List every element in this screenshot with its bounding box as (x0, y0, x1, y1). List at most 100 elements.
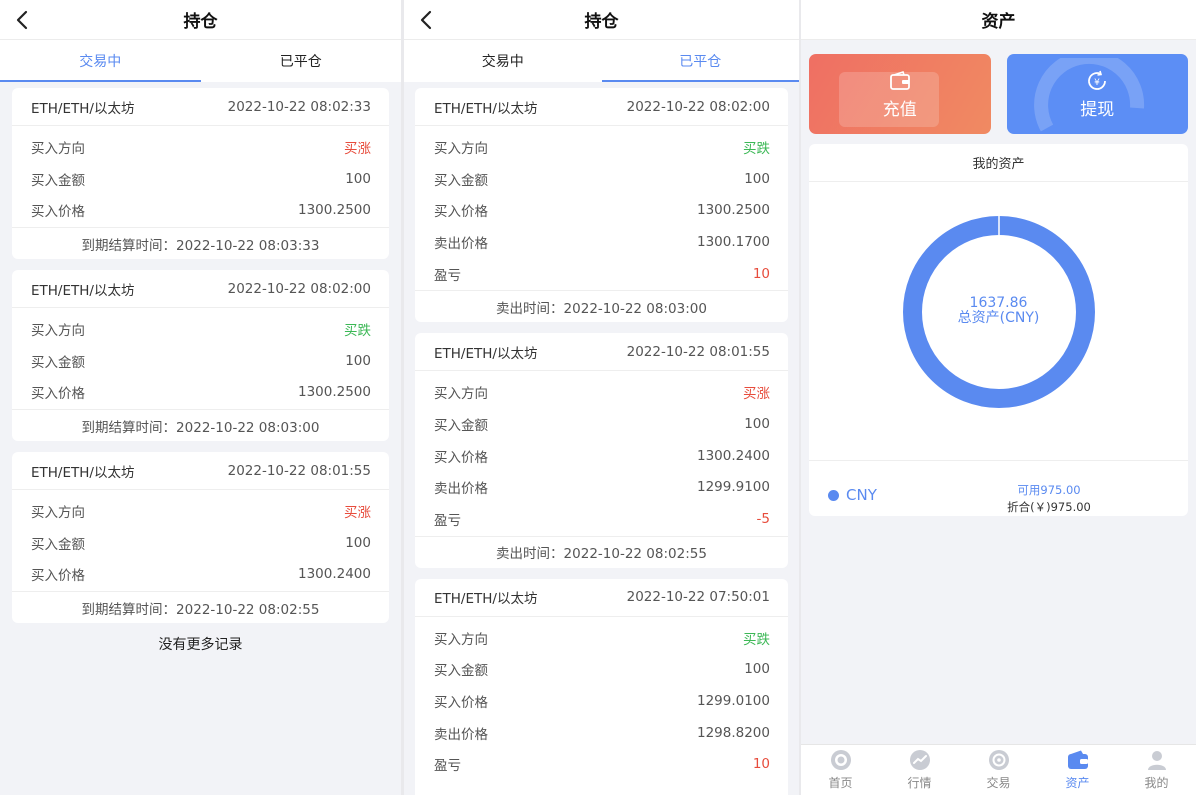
closed-position-card[interactable]: ETH/ETH/以太坊 2022-10-22 08:02:00 买入方向 买跌 买… (415, 88, 788, 323)
row-buy-price: 买入价格 1300.2400 (415, 440, 788, 472)
position-card[interactable]: ETH/ETH/以太坊 2022-10-22 08:02:00 买入方向 买跌 买… (12, 270, 389, 442)
row-value: 买跌 (743, 631, 770, 648)
row-label: 买入金额 (434, 663, 488, 680)
row-value: 1300.1700 (696, 233, 770, 250)
closed-position-card[interactable]: ETH/ETH/以太坊 2022-10-22 07:50:01 买入方向 买跌 买… (415, 578, 788, 795)
row-label: 买入价格 (31, 204, 85, 221)
user-icon (1147, 751, 1166, 770)
sell-time: 卖出时间：2022-10-22 08:02:55 (415, 535, 788, 568)
row-label: 盈亏 (434, 513, 461, 530)
row-label: 买入金额 (31, 354, 85, 371)
tab-trade[interactable]: 交易 (959, 745, 1038, 795)
row-value: 100 (744, 415, 770, 432)
row-amount: 买入金额 100 (12, 163, 389, 195)
position-card[interactable]: ETH/ETH/以太坊 2022-10-22 08:02:33 买入方向 买涨 买… (12, 88, 389, 260)
tab-home[interactable]: 首页 (801, 745, 880, 795)
row-sell-price: 卖出价格 1300.1700 (415, 226, 788, 258)
tab-mine[interactable]: 我的 (1117, 745, 1196, 795)
row-value: 买涨 (743, 386, 770, 403)
tab-trading[interactable]: 交易中 (404, 40, 602, 82)
tab-label: 行情 (907, 776, 932, 790)
row-amount: 买入金额 100 (12, 527, 389, 559)
wallet-icon (1067, 750, 1088, 769)
closed-position-card[interactable]: ETH/ETH/以太坊 2022-10-22 08:01:55 买入方向 买涨 买… (415, 333, 788, 568)
row-label: 盈亏 (434, 267, 461, 284)
order-time: 2022-10-22 07:50:01 (626, 589, 770, 606)
row-buy-price: 买入价格 1299.0100 (415, 685, 788, 717)
row-direction: 买入方向 买涨 (12, 131, 389, 163)
order-time: 2022-10-22 08:01:55 (227, 462, 371, 479)
row-value: 100 (345, 352, 371, 369)
assets-title: 我的资产 (809, 144, 1188, 182)
row-sell-price: 卖出价格 1299.9100 (415, 472, 788, 504)
back-icon[interactable] (12, 10, 32, 30)
withdraw-button[interactable]: ¥ 提现 (1006, 54, 1188, 134)
row-value: 10 (752, 265, 770, 282)
positions-screen-open: 持仓 交易中 已平仓 ETH/ETH/以太坊 2022-10-22 08:02:… (0, 0, 401, 795)
row-label: 买入方向 (31, 322, 85, 339)
tab-trading[interactable]: 交易中 (0, 40, 201, 82)
available-balance: 可用975.00 (1017, 483, 1081, 497)
order-time: 2022-10-22 08:02:00 (626, 98, 770, 115)
tab-label: 我的 (1144, 776, 1169, 790)
row-label: 买入方向 (31, 140, 85, 157)
position-card[interactable]: ETH/ETH/以太坊 2022-10-22 08:01:55 买入方向 买涨 买… (12, 452, 389, 624)
row-value: 买涨 (344, 504, 371, 521)
card-header: ETH/ETH/以太坊 2022-10-22 08:01:55 (415, 333, 788, 372)
card-header: ETH/ETH/以太坊 2022-10-22 08:02:00 (415, 88, 788, 126)
row-amount: 买入金额 100 (415, 654, 788, 686)
row-label: 买入方向 (31, 504, 85, 521)
trading-pair: ETH/ETH/以太坊 (31, 464, 135, 481)
row-value: 1299.0100 (696, 693, 770, 710)
row-amount: 买入金额 100 (415, 408, 788, 440)
legend-dot (828, 489, 839, 501)
row-value: 1300.2400 (696, 447, 770, 464)
row-profit: 盈亏 -5 (415, 503, 788, 535)
tab-closed[interactable]: 已平仓 (601, 40, 800, 82)
closed-position-list: ETH/ETH/以太坊 2022-10-22 08:02:00 买入方向 买跌 买… (404, 82, 799, 795)
row-label: 买入价格 (434, 449, 488, 466)
row-label: 盈亏 (434, 758, 461, 775)
row-label: 买入价格 (31, 568, 85, 585)
no-more-records: 没有更多记录 (158, 637, 243, 654)
bottom-tab-bar: 首页 行情 交易 资产 我的 (801, 744, 1196, 795)
row-value: 10 (752, 756, 770, 773)
position-list: ETH/ETH/以太坊 2022-10-22 08:02:33 买入方向 买涨 买… (0, 82, 401, 654)
row-price: 买入价格 1300.2500 (12, 194, 389, 226)
tab-assets[interactable]: 资产 (1038, 745, 1117, 795)
recharge-button[interactable]: 充值 (809, 54, 991, 134)
row-buy-price: 买入价格 1300.2500 (415, 194, 788, 226)
row-sell-price: 卖出价格 1298.8200 (415, 717, 788, 749)
row-value: 100 (744, 170, 770, 187)
refresh-deco-icon (1033, 58, 1144, 132)
tab-label: 交易 (986, 776, 1011, 790)
row-label: 卖出价格 (434, 235, 488, 252)
tab-market[interactable]: 行情 (880, 745, 959, 795)
back-icon[interactable] (416, 10, 436, 30)
tab-closed[interactable]: 已平仓 (201, 40, 402, 82)
row-direction: 买入方向 买跌 (415, 622, 788, 654)
trading-pair: ETH/ETH/以太坊 (434, 591, 538, 608)
market-icon (909, 750, 930, 770)
row-value: 1300.2400 (297, 566, 371, 583)
row-label: 买入价格 (434, 204, 488, 221)
row-value: 1299.9100 (696, 479, 770, 496)
trade-icon (988, 750, 1009, 770)
assets-screen: 资产 充值 ¥ 提现 我的资产 1637.86 总资产(CNY) CNY 可用9… (801, 0, 1196, 795)
row-direction: 买入方向 买跌 (12, 313, 389, 345)
row-label: 买入金额 (31, 536, 85, 553)
page-title: 持仓 (183, 12, 218, 32)
order-time: 2022-10-22 08:02:33 (227, 98, 371, 115)
row-value: 1300.2500 (696, 202, 770, 219)
row-profit: 盈亏 10 (415, 258, 788, 290)
row-value: 1298.8200 (696, 724, 770, 741)
total-assets-label: 总资产(CNY) (957, 310, 1040, 326)
tab-bar: 交易中 已平仓 (404, 40, 799, 82)
card-header: ETH/ETH/以太坊 2022-10-22 07:50:01 (415, 579, 788, 617)
row-amount: 买入金额 100 (12, 345, 389, 377)
trading-pair: ETH/ETH/以太坊 (31, 282, 135, 299)
page-title: 资产 (981, 12, 1016, 32)
settlement-time: 到期结算时间：2022-10-22 08:02:55 (12, 591, 389, 623)
row-label: 买入价格 (434, 695, 488, 712)
row-label: 卖出价格 (434, 481, 488, 498)
